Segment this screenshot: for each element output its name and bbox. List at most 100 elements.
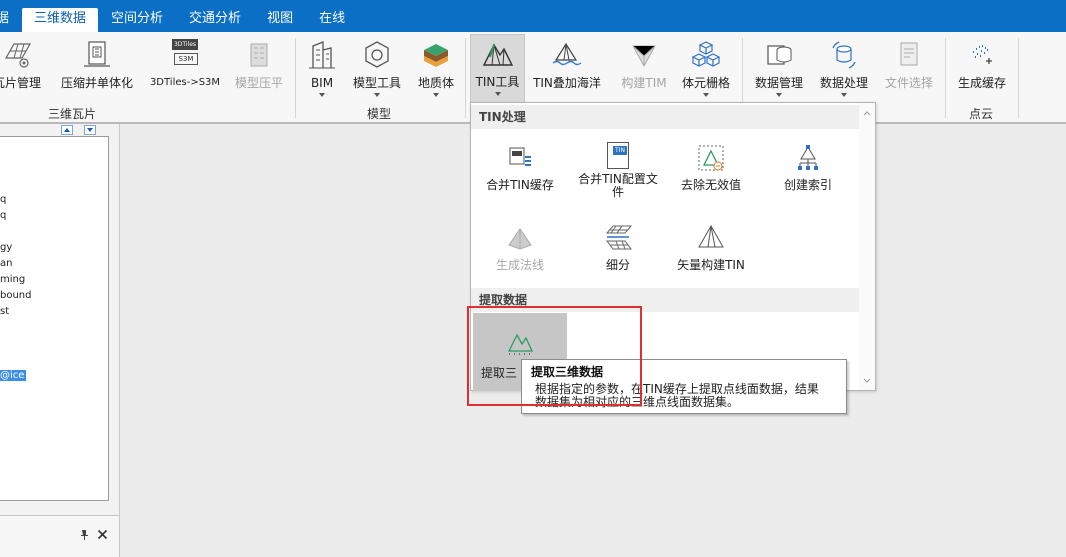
tree-item[interactable]: q xyxy=(0,194,6,205)
create-index-item[interactable]: 创建索引 xyxy=(761,143,855,192)
highlight-box xyxy=(467,306,642,406)
chevron-down-icon xyxy=(319,93,325,97)
chevron-down-icon xyxy=(703,93,709,97)
document-building-icon xyxy=(84,41,110,67)
workspace-tree[interactable]: q q gy an ming bound st @ice xyxy=(0,136,109,501)
group-separator xyxy=(945,38,946,118)
gen-cache-label: 生成缓存 xyxy=(957,76,1006,90)
remove-invalid-icon xyxy=(698,145,724,171)
group-label-model: 模型 xyxy=(367,107,392,121)
tree-item[interactable]: bound xyxy=(0,290,32,301)
chevron-up-icon[interactable] xyxy=(863,110,871,116)
tin-tools-label: TIN工具 xyxy=(475,75,520,89)
scroll-down-button[interactable] xyxy=(84,125,96,135)
tile-manage-label: 瓦片管理 xyxy=(0,76,41,90)
tree-item[interactable]: gy xyxy=(0,242,12,253)
menu-item-data[interactable]: 据 xyxy=(0,8,22,32)
file-select-button[interactable]: 文件选择 xyxy=(878,36,940,120)
remove-invalid-item[interactable]: 去除无效值 xyxy=(664,143,758,192)
tile-manage-button[interactable]: 瓦片管理 xyxy=(0,36,48,120)
database-manage-icon xyxy=(767,45,792,65)
bottom-dock-panel xyxy=(0,515,120,557)
remove-invalid-label: 去除无效值 xyxy=(680,178,741,192)
menu-item-traffic-analysis[interactable]: 交通分析 xyxy=(176,8,254,32)
bim-label: BIM xyxy=(310,76,334,90)
dropdown-scrollbar[interactable] xyxy=(859,103,875,390)
3dtiles-badge: 3DTiles xyxy=(172,39,198,50)
3dtiles-s3m-icon: 3DTiles S3M xyxy=(168,38,202,72)
chevron-down-icon xyxy=(776,93,782,97)
voxel-grid-label: 体元栅格 xyxy=(681,76,730,90)
index-tree-icon xyxy=(798,145,818,170)
menu-item-online[interactable]: 在线 xyxy=(306,8,358,32)
section-tin-process: TIN处理 xyxy=(471,105,859,129)
compress-merge-label: 压缩并单体化 xyxy=(60,76,133,90)
chevron-down-icon[interactable] xyxy=(863,378,871,384)
file-select-label: 文件选择 xyxy=(884,76,933,90)
geology-label: 地质体 xyxy=(417,76,454,90)
menu-item-3d-data[interactable]: 三维数据 xyxy=(22,8,99,32)
s3m-badge: S3M xyxy=(174,53,198,65)
data-manage-label: 数据管理 xyxy=(754,76,803,90)
group-separator xyxy=(1018,38,1019,118)
menu-item-view[interactable]: 视图 xyxy=(254,8,306,32)
tin-badge: TIN xyxy=(613,146,627,155)
model-tools-label: 模型工具 xyxy=(352,76,401,90)
point-cloud-icon xyxy=(973,45,992,64)
voxel-cubes-icon xyxy=(691,41,721,67)
menu-item-spatial-analysis[interactable]: 空间分析 xyxy=(98,8,176,32)
tree-item[interactable]: an xyxy=(0,258,12,269)
normals-pyramid-icon xyxy=(508,228,532,250)
tile-grid-icon xyxy=(4,43,32,68)
group-separator xyxy=(295,38,296,118)
model-hexagon-icon xyxy=(365,41,389,68)
group-label-tiles: 三维瓦片 xyxy=(48,107,97,121)
tin-mountain-icon xyxy=(482,43,513,66)
tin-ocean-label: TIN叠加海洋 xyxy=(533,76,601,90)
scroll-up-button[interactable] xyxy=(61,125,73,135)
tiles-to-s3m-button[interactable]: 3DTiles S3M 3DTiles->S3M xyxy=(146,36,224,120)
database-process-icon xyxy=(832,41,856,69)
menu-bar: 据 三维数据 空间分析 交通分析 视图 在线 xyxy=(0,0,1066,32)
tree-item-selected[interactable]: @ice xyxy=(0,370,27,381)
chevron-down-icon xyxy=(494,92,501,96)
group-separator xyxy=(465,38,466,118)
file-select-icon xyxy=(900,42,918,66)
merge-tin-cache-item[interactable]: 合并TIN缓存 xyxy=(473,143,567,192)
model-flatten-label: 模型压平 xyxy=(234,76,283,90)
model-flatten-button[interactable]: 模型压平 xyxy=(228,36,290,120)
merge-tin-config-label: 合并TIN配置文件 xyxy=(578,172,658,199)
tree-item[interactable]: ming xyxy=(0,274,25,285)
geology-layers-icon xyxy=(424,44,448,67)
tree-item[interactable]: q xyxy=(0,210,6,221)
triangle-down-icon xyxy=(87,128,93,132)
build-tim-label: 构建TIM xyxy=(621,76,667,90)
close-icon[interactable] xyxy=(97,529,108,540)
tin-tools-button[interactable]: TIN工具 xyxy=(470,34,525,104)
building-flatten-icon xyxy=(250,43,268,67)
geology-button[interactable]: 地质体 xyxy=(412,36,460,120)
create-index-label: 创建索引 xyxy=(783,178,832,192)
chevron-down-icon xyxy=(374,93,380,97)
tim-triangle-icon xyxy=(632,45,656,68)
pin-icon[interactable] xyxy=(79,529,89,541)
chevron-down-icon xyxy=(841,93,847,97)
data-process-label: 数据处理 xyxy=(819,76,868,90)
gen-normals-item[interactable]: 生成法线 xyxy=(473,223,567,272)
tin-ocean-icon xyxy=(552,42,582,66)
merge-cache-icon xyxy=(509,147,531,166)
subdivide-item[interactable]: 细分 xyxy=(571,223,665,272)
left-panel: q q gy an ming bound st @ice xyxy=(0,124,120,557)
merge-tin-cache-label: 合并TIN缓存 xyxy=(486,178,554,192)
chevron-down-icon xyxy=(433,93,439,97)
tree-item[interactable]: st xyxy=(0,306,9,317)
tiles-to-s3m-label: 3DTiles->S3M xyxy=(149,77,221,88)
group-label-point-cloud: 点云 xyxy=(969,107,994,121)
subdivide-grid-icon xyxy=(605,225,633,250)
triangle-up-icon xyxy=(64,128,70,132)
gen-normals-label: 生成法线 xyxy=(495,258,544,272)
vector-build-tin-item[interactable]: 矢量构建TIN xyxy=(664,223,758,272)
vector-tin-icon xyxy=(698,224,724,248)
bim-button[interactable]: BIM xyxy=(302,36,342,120)
merge-tin-config-item[interactable]: TIN 合并TIN配置文件 xyxy=(571,141,665,199)
